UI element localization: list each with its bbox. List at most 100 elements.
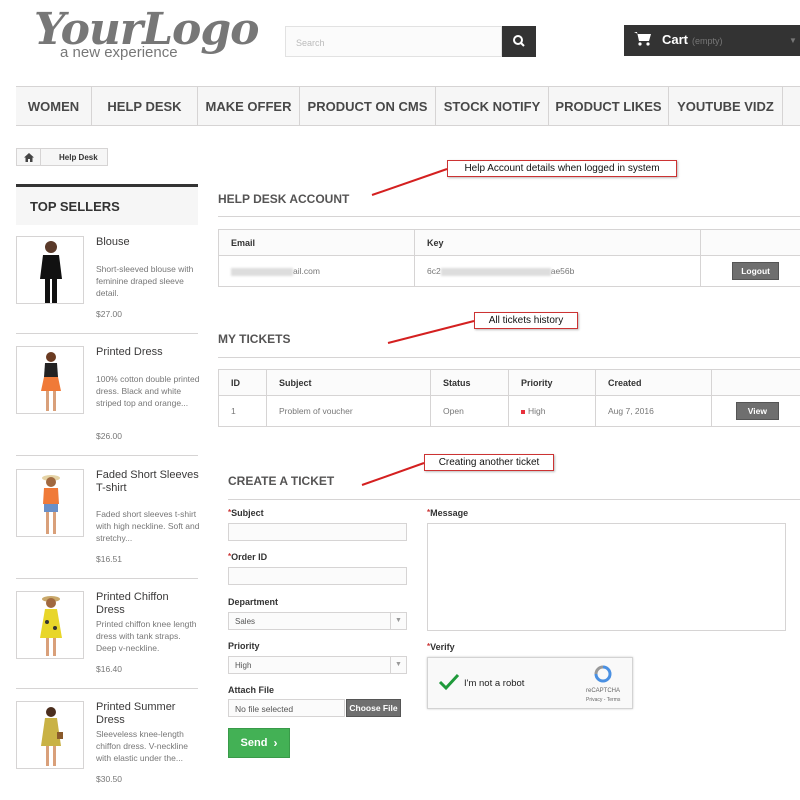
home-icon[interactable]	[17, 149, 41, 165]
breadcrumb: Help Desk	[16, 148, 108, 166]
product-name[interactable]: Printed Summer Dress	[96, 701, 200, 727]
chevron-down-icon: ▼	[390, 613, 406, 629]
product-image[interactable]	[16, 236, 84, 304]
nav-product-on-cms[interactable]: PRODUCT ON CMS	[300, 87, 436, 125]
product-name[interactable]: Faded Short Sleeves T-shirt	[96, 469, 200, 495]
view-ticket-button[interactable]: View	[735, 402, 779, 420]
ticket-id: 1	[218, 395, 267, 427]
divider	[16, 455, 198, 456]
message-label: *Message	[427, 508, 469, 518]
table-row: 1 Problem of voucher Open High Aug 7, 20…	[218, 395, 800, 427]
printed-dress-model-image	[41, 352, 61, 411]
priority-label: Priority	[228, 641, 260, 651]
product-desc: Faded short sleeves t-shirt with high ne…	[96, 509, 200, 543]
col-priority: Priority	[508, 369, 596, 396]
summer-dress-model-image	[41, 707, 63, 766]
email-visible: ail.com	[293, 266, 320, 276]
choose-file-button[interactable]: Choose File	[346, 699, 401, 717]
nav-women[interactable]: WOMEN	[16, 87, 92, 125]
arrow-account	[371, 168, 448, 196]
logo-tagline: a new experience	[60, 44, 178, 61]
chevron-right-icon: ›	[273, 736, 278, 750]
arrow-tickets	[387, 320, 475, 344]
tshirt-model-image	[42, 475, 60, 534]
subject-label: *Subject	[228, 508, 264, 518]
verify-label: *Verify	[427, 642, 455, 652]
checkmark-icon[interactable]	[438, 672, 460, 692]
cart-dropdown-icon[interactable]: ▼	[789, 36, 797, 45]
key-end: ae56b	[550, 266, 575, 276]
ticket-status: Open	[430, 395, 509, 427]
nav-youtube-vidz[interactable]: YOUTUBE VIDZ	[669, 87, 783, 125]
action-cell: View	[711, 395, 800, 427]
account-table: Email Key ail.com 6c2 ae56b Logout	[218, 229, 800, 287]
priority-dot-icon	[521, 409, 525, 414]
search-button[interactable]	[502, 26, 536, 57]
arrow-create	[361, 462, 425, 486]
recaptcha-widget: I'm not a robot reCAPTCHA Privacy - Term…	[427, 657, 633, 709]
product-desc: Sleeveless knee-length chiffon dress. V-…	[96, 729, 188, 763]
action-cell: Logout	[700, 255, 800, 287]
cart-icon	[634, 32, 651, 46]
divider	[218, 357, 800, 358]
product-price: $16.40	[96, 664, 122, 674]
product-price: $30.50	[96, 774, 122, 784]
captcha-brand: reCAPTCHA	[586, 688, 621, 694]
product-name[interactable]: Blouse	[96, 236, 200, 249]
nav-stock-notify[interactable]: STOCK NOTIFY	[436, 87, 549, 125]
col-key: Key	[414, 229, 701, 256]
product-desc: 100% cotton double printed dress. Black …	[96, 374, 200, 408]
chiffon-dress-model-image	[40, 596, 62, 656]
tickets-title: MY TICKETS	[218, 332, 291, 346]
chevron-down-icon: ▼	[390, 657, 406, 673]
nav-product-likes[interactable]: PRODUCT LIKES	[549, 87, 669, 125]
sidebar-title[interactable]: TOP SELLERS	[16, 184, 198, 225]
message-textarea[interactable]	[427, 523, 786, 631]
col-created: Created	[595, 369, 712, 396]
recaptcha-logo-icon	[594, 665, 612, 683]
product-image[interactable]	[16, 346, 84, 414]
email-cell: ail.com	[218, 255, 415, 287]
subject-input[interactable]	[228, 523, 407, 541]
product-image[interactable]	[16, 469, 84, 537]
captcha-links[interactable]: Privacy - Terms	[586, 697, 620, 703]
logout-button[interactable]: Logout	[732, 262, 779, 280]
product-name[interactable]: Printed Dress	[96, 346, 200, 359]
col-action	[700, 229, 800, 256]
divider	[16, 688, 198, 689]
ticket-priority-cell: High	[508, 395, 596, 427]
order-id-input[interactable]	[228, 567, 407, 585]
col-id: ID	[218, 369, 267, 396]
file-status: No file selected	[228, 699, 345, 717]
annotation-tickets: All tickets history	[474, 312, 578, 329]
create-title: CREATE A TICKET	[228, 474, 335, 488]
nav-make-offer[interactable]: MAKE OFFER	[198, 87, 300, 125]
divider	[16, 578, 198, 579]
key-start: 6c2	[427, 266, 441, 276]
product-image[interactable]	[16, 591, 84, 659]
product-image[interactable]	[16, 701, 84, 769]
search-icon	[513, 35, 525, 47]
product-desc: Printed chiffon knee length dress with t…	[96, 619, 197, 653]
product-name[interactable]: Printed Chiffon Dress	[96, 591, 200, 617]
nav-help-desk[interactable]: HELP DESK	[92, 87, 198, 125]
cart-label: Cart	[662, 32, 689, 47]
captcha-text: I'm not a robot	[464, 678, 525, 689]
send-button[interactable]: Send ›	[228, 728, 290, 758]
department-select[interactable]: Sales ▼	[228, 612, 407, 630]
divider	[218, 216, 800, 217]
priority-select[interactable]: High ▼	[228, 656, 407, 674]
ticket-subject: Problem of voucher	[266, 395, 431, 427]
product-price: $27.00	[96, 309, 122, 319]
col-subject: Subject	[266, 369, 431, 396]
blurred-email	[231, 267, 293, 276]
product-desc: Short-sleeved blouse with feminine drape…	[96, 264, 194, 298]
ticket-created: Aug 7, 2016	[595, 395, 712, 427]
search-input[interactable]: Search	[285, 26, 502, 57]
main-menu: WOMEN HELP DESK MAKE OFFER PRODUCT ON CM…	[16, 86, 800, 126]
cart-status: (empty)	[692, 36, 723, 46]
annotation-account: Help Account details when logged in syst…	[447, 160, 677, 177]
tickets-table: ID Subject Status Priority Created 1 Pro…	[218, 369, 800, 427]
blouse-model-image	[40, 241, 62, 303]
divider	[16, 333, 198, 334]
